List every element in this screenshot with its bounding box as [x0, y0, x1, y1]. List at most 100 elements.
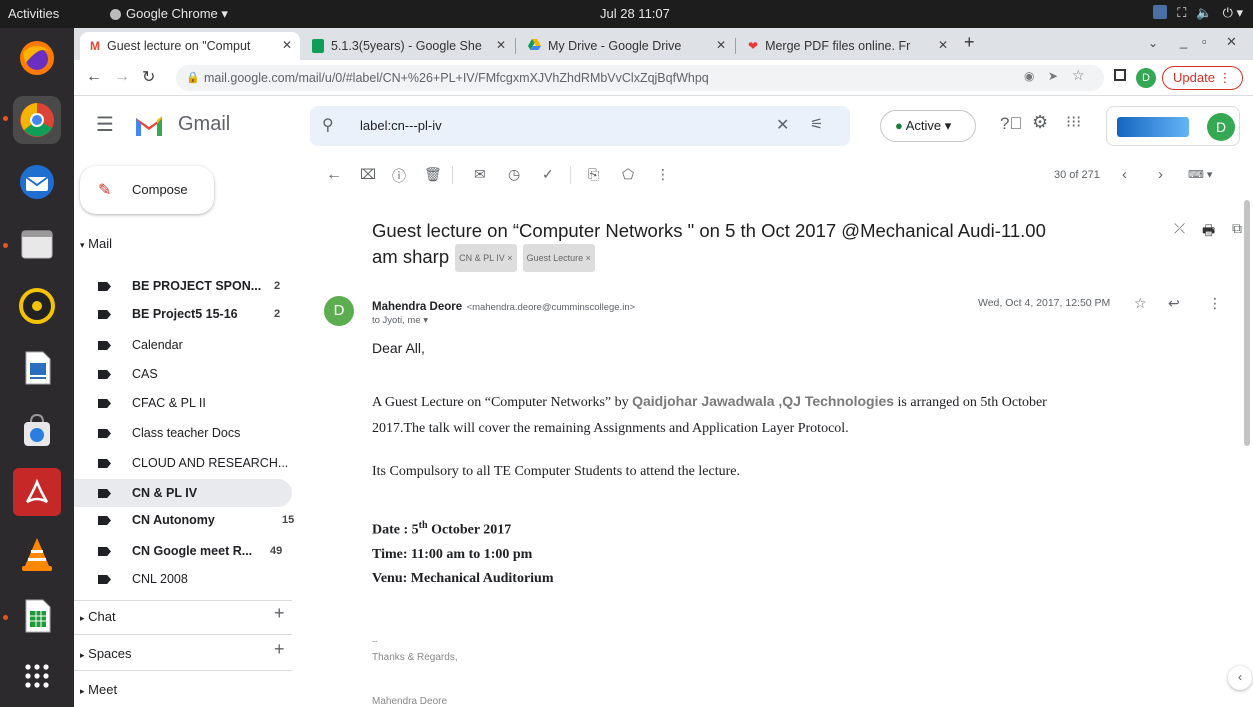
compose-button[interactable]: ✎ Compose [80, 166, 214, 214]
meet-section-header[interactable]: ▸ Meet [80, 682, 117, 697]
organization-logo[interactable]: D [1106, 106, 1240, 146]
delete-icon[interactable]: 🗑 [424, 166, 442, 183]
power-icon: ⏻ ▾ [1222, 5, 1243, 20]
back-icon[interactable]: ← [86, 68, 102, 86]
label-icon[interactable]: ⬠ [622, 166, 634, 183]
status-button[interactable]: ● Active ▾ [880, 110, 976, 142]
sender-email: <mahendra.deore@cumminscollege.in> [466, 302, 636, 313]
chat-section-header[interactable]: ▸ Chat [80, 609, 116, 624]
label-tag-icon [98, 429, 111, 438]
bookmark-star-icon[interactable]: ☆ [1072, 67, 1085, 84]
libreoffice-calc-icon[interactable] [13, 592, 61, 640]
gmail-logo-icon[interactable] [134, 114, 164, 141]
activities-button[interactable]: Activities [8, 6, 59, 21]
close-tab-icon[interactable]: ✕ [716, 38, 726, 52]
rhythmbox-icon[interactable] [13, 282, 61, 330]
subject-line-2: am sharp [372, 246, 450, 267]
help-icon[interactable]: ?⃝ [1000, 114, 1022, 134]
label-chip-cn-pl-iv[interactable]: CN & PL IV × [455, 244, 517, 273]
star-icon[interactable]: ☆ [1134, 295, 1147, 312]
libreoffice-writer-icon[interactable] [13, 344, 61, 392]
recipients-toggle[interactable]: to Jyoti, me ▾ [372, 315, 428, 326]
reply-icon[interactable]: ↩ [1168, 295, 1180, 312]
print-icon[interactable]: 🖶 [1202, 220, 1215, 244]
new-tab-button[interactable]: + [964, 32, 975, 53]
mail-section-label: Mail [88, 236, 112, 251]
tab-drive[interactable]: My Drive - Google Drive ✕ [518, 32, 734, 60]
scrollbar-thumb[interactable] [1244, 200, 1250, 446]
tab-sheets[interactable]: 5.1.3(5years) - Google She ✕ [302, 32, 514, 60]
app-menu[interactable]: Google Chrome ▾ [110, 6, 228, 22]
reload-icon[interactable]: ↻ [142, 67, 155, 87]
clock[interactable]: Jul 28 11:07 [600, 6, 670, 21]
newer-icon[interactable]: ‹ [1122, 166, 1127, 183]
running-indicator [3, 243, 8, 248]
signature-name: Mahendra Deore [372, 696, 448, 707]
collapse-all-icon[interactable]: ⤫ [1174, 220, 1185, 237]
close-tab-icon[interactable]: ✕ [282, 38, 292, 52]
pdf-reader-icon[interactable] [13, 468, 61, 516]
forward-icon[interactable]: → [114, 68, 130, 86]
chrome-small-icon [110, 8, 121, 20]
show-applications-icon[interactable] [13, 652, 61, 700]
spaces-section-header[interactable]: ▸ Spaces [80, 646, 132, 661]
report-spam-icon[interactable]: ⓘ [392, 166, 406, 186]
lock-icon: 🔒 [186, 72, 200, 84]
tab-gmail[interactable]: M Guest lecture on "Comput ✕ [80, 32, 300, 60]
settings-gear-icon[interactable]: ⚙ [1032, 112, 1048, 133]
sender-name[interactable]: Mahendra Deore [372, 301, 462, 313]
account-avatar[interactable]: D [1207, 113, 1235, 141]
tab-label: Guest lecture on "Comput [107, 39, 251, 53]
move-to-icon[interactable]: ⎘ [588, 166, 599, 183]
tab-merge-pdf[interactable]: ❤ Merge PDF files online. Fr ✕ [738, 32, 956, 60]
side-panel-toggle-icon[interactable]: ‹ [1228, 666, 1252, 690]
more-options-icon[interactable]: ⋮ [656, 166, 670, 183]
minimize-icon[interactable]: _ [1180, 34, 1187, 49]
close-tab-icon[interactable]: ✕ [938, 38, 948, 52]
snooze-icon[interactable]: ◷ [508, 166, 520, 183]
running-indicator [3, 116, 8, 121]
label-chip-guest-lecture[interactable]: Guest Lecture × [522, 244, 595, 273]
tab-search-icon[interactable]: ⌄ [1148, 36, 1158, 50]
update-button[interactable]: Update ⋮ [1162, 66, 1243, 90]
apps-grid-icon[interactable]: ⁝⁝⁝ [1066, 112, 1081, 132]
add-task-icon[interactable]: ✓ [542, 166, 554, 183]
firefox-icon[interactable] [13, 34, 61, 82]
message-more-icon[interactable]: ⋮ [1208, 295, 1222, 312]
system-tray[interactable]: ⛶ 🔈 ⏻ ▾ [1153, 5, 1243, 21]
side-panel-icon[interactable] [1114, 69, 1126, 81]
open-in-new-window-icon[interactable]: ⧉ [1232, 220, 1242, 237]
main-menu-icon[interactable]: ☰ [96, 112, 114, 137]
sender-avatar[interactable]: D [324, 296, 354, 326]
add-chat-icon[interactable]: + [274, 603, 285, 624]
search-icon[interactable]: ⚲ [322, 115, 334, 135]
search-options-icon[interactable]: ⚟ [810, 115, 823, 133]
share-icon[interactable]: ➤ [1048, 69, 1058, 83]
tab-label: Merge PDF files online. Fr [765, 39, 911, 53]
tray-app-icon [1153, 5, 1168, 19]
input-tools-icon[interactable]: ⌨ ▾ [1188, 168, 1212, 181]
search-input[interactable]: label:cn---pl-iv [360, 118, 442, 133]
label-tag-icon [98, 310, 111, 319]
gmail-favicon-icon: M [90, 39, 100, 53]
vlc-icon[interactable] [13, 530, 61, 578]
mail-section-header[interactable]: ▾ Mail [80, 236, 112, 251]
clear-search-icon[interactable]: ✕ [776, 115, 789, 135]
archive-icon[interactable]: ⌧ [360, 166, 376, 183]
thunderbird-icon[interactable] [13, 158, 61, 206]
older-icon[interactable]: › [1158, 166, 1163, 183]
profile-avatar[interactable]: D [1136, 68, 1156, 88]
chrome-icon[interactable] [13, 96, 61, 144]
close-window-icon[interactable]: ✕ [1226, 34, 1237, 50]
software-center-icon[interactable] [13, 406, 61, 454]
close-tab-icon[interactable]: ✕ [496, 38, 506, 52]
extension-eye-icon[interactable]: ◉ [1024, 69, 1034, 83]
address-bar[interactable]: 🔒 mail.google.com/mail/u/0/#label/CN+%26… [176, 65, 1104, 91]
label-tag-icon [98, 459, 111, 468]
maximize-icon[interactable]: ▫ [1202, 34, 1207, 49]
mark-unread-icon[interactable]: ✉ [474, 166, 486, 183]
files-icon[interactable] [13, 220, 61, 268]
search-bar[interactable]: ⚲ label:cn---pl-iv ✕ ⚟ [310, 106, 850, 146]
add-space-icon[interactable]: + [274, 639, 285, 660]
back-to-list-icon[interactable]: ← [326, 166, 342, 184]
